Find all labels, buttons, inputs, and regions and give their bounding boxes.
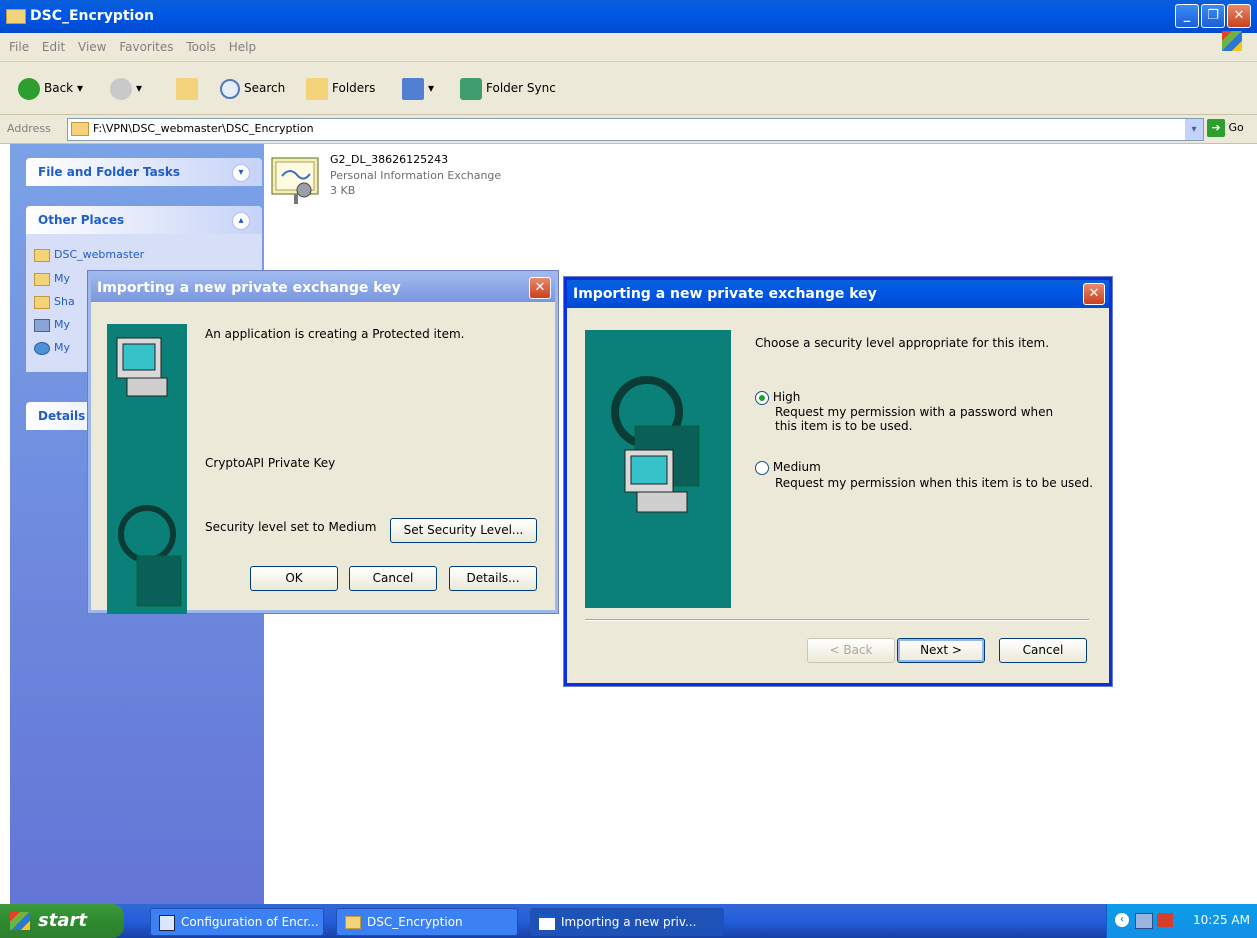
window-title-bar[interactable]: DSC_Encryption _ ❐ ✕: [0, 0, 1257, 33]
place-dsc-webmaster[interactable]: DSC_webmaster: [34, 248, 144, 262]
menu-file[interactable]: File: [9, 40, 29, 54]
dialog-message: An application is creating a Protected i…: [205, 327, 465, 341]
private-key-dialog: Importing a new private exchange key ✕ A…: [88, 271, 558, 614]
views-button[interactable]: ▾: [402, 75, 434, 101]
dialog-close-button[interactable]: ✕: [1083, 283, 1105, 305]
menu-tools[interactable]: Tools: [186, 40, 216, 54]
menu-view[interactable]: View: [78, 40, 106, 54]
back-button[interactable]: < Back: [807, 638, 895, 663]
menu-bar: File Edit View Favorites Tools Help: [0, 31, 1257, 62]
taskbar-item-importing-key[interactable]: Importing a new priv...: [530, 908, 724, 936]
medium-description: Request my permission when this item is …: [775, 476, 1094, 490]
up-folder-button[interactable]: [176, 75, 202, 101]
dialog-title-bar[interactable]: Importing a new private exchange key ✕: [91, 274, 555, 302]
file-name[interactable]: G2_DL_38626125243: [330, 153, 448, 166]
collapse-chevron-icon[interactable]: ▴: [232, 212, 250, 230]
set-security-level-button[interactable]: Set Security Level...: [390, 518, 537, 543]
security-illustration: [585, 330, 731, 608]
go-arrow-icon: ➔: [1207, 119, 1225, 137]
cancel-button[interactable]: Cancel: [349, 566, 437, 591]
security-level-dialog: Importing a new private exchange key ✕ C…: [564, 277, 1112, 686]
other-places-header[interactable]: Other Places ▴: [26, 206, 262, 234]
clock[interactable]: 10:25 AM: [1193, 913, 1250, 927]
folder-sync-button[interactable]: Folder Sync: [460, 75, 556, 101]
system-tray: ‹ 10:25 AM: [1106, 904, 1257, 938]
address-input[interactable]: F:\VPN\DSC_webmaster\DSC_Encryption ▾: [67, 118, 1204, 141]
menu-edit[interactable]: Edit: [42, 40, 65, 54]
maximize-button[interactable]: ❐: [1201, 4, 1225, 28]
dialog-close-button[interactable]: ✕: [529, 277, 551, 299]
high-radio[interactable]: High: [755, 390, 800, 405]
search-button[interactable]: Search: [220, 75, 285, 101]
medium-label: Medium: [772, 460, 821, 474]
views-icon: [402, 77, 424, 100]
next-button[interactable]: Next >: [897, 638, 985, 663]
details-button[interactable]: Details...: [449, 566, 537, 591]
place-shared[interactable]: Sha: [34, 295, 75, 309]
dialog-divider: [585, 619, 1089, 621]
computer-icon: [34, 318, 50, 332]
dialog-title-bar[interactable]: Importing a new private exchange key ✕: [567, 280, 1109, 308]
folder-icon: [6, 9, 26, 24]
antivirus-icon[interactable]: [1157, 913, 1173, 927]
folder-icon: [345, 916, 361, 929]
up-folder-icon: [176, 77, 198, 100]
item-name: CryptoAPI Private Key: [205, 456, 336, 470]
window-title: DSC_Encryption: [30, 8, 154, 24]
go-button[interactable]: ➔ Go: [1207, 119, 1244, 137]
windows-flag-icon: [10, 912, 30, 930]
folders-button[interactable]: Folders: [306, 75, 375, 101]
documents-icon: [34, 272, 50, 286]
high-label: High: [772, 390, 801, 404]
folder-icon: [34, 248, 50, 262]
medium-radio[interactable]: Medium: [755, 460, 821, 475]
windows-logo-icon: [1222, 31, 1242, 51]
taskbar: start Configuration of Encr... DSC_Encry…: [0, 904, 1257, 938]
address-bar: Address F:\VPN\DSC_webmaster\DSC_Encrypt…: [0, 115, 1257, 144]
close-button[interactable]: ✕: [1227, 4, 1251, 28]
security-prompt: Choose a security level appropriate for …: [755, 336, 1050, 350]
security-illustration: [107, 324, 187, 614]
toolbar: Back ▾ ▾ Search Folders ▾ Folder Sync: [0, 62, 1257, 115]
place-my-computer[interactable]: My: [34, 318, 70, 332]
forward-arrow-icon: [110, 77, 132, 100]
file-type: Personal Information Exchange: [330, 169, 502, 182]
address-label: Address: [7, 122, 51, 135]
network-icon[interactable]: [1135, 913, 1153, 929]
security-status: Security level set to Medium: [205, 520, 377, 534]
folder-icon: [71, 122, 89, 136]
place-my-network[interactable]: My: [34, 341, 70, 355]
tray-collapse-icon[interactable]: ‹: [1115, 913, 1129, 927]
high-description: Request my permission with a password wh…: [775, 405, 1054, 433]
file-size: 3 KB: [330, 184, 356, 197]
menu-favorites[interactable]: Favorites: [119, 40, 173, 54]
forward-button[interactable]: ▾: [110, 75, 142, 101]
cancel-button[interactable]: Cancel: [999, 638, 1087, 663]
place-my-documents[interactable]: My: [34, 272, 70, 286]
window-icon: [539, 915, 555, 930]
start-button[interactable]: start: [0, 904, 124, 938]
address-value: F:\VPN\DSC_webmaster\DSC_Encryption: [93, 122, 314, 135]
back-button[interactable]: Back ▾: [18, 75, 83, 101]
radio-unselected-icon[interactable]: [755, 460, 769, 475]
folders-icon: [306, 77, 328, 100]
folder-sync-icon: [460, 77, 482, 100]
menu-help[interactable]: Help: [229, 40, 256, 54]
ok-button[interactable]: OK: [250, 566, 338, 591]
expand-chevron-icon[interactable]: ▾: [232, 164, 250, 182]
minimize-button[interactable]: _: [1175, 4, 1199, 28]
folder-icon: [34, 295, 50, 309]
back-arrow-icon: [18, 77, 40, 100]
dropdown-arrow-icon[interactable]: ▾: [1185, 119, 1203, 140]
network-icon: [34, 341, 50, 355]
search-icon: [220, 78, 240, 99]
taskbar-item-configuration[interactable]: Configuration of Encr...: [150, 908, 324, 936]
radio-selected-icon[interactable]: [755, 390, 769, 405]
certificate-file-icon[interactable]: [270, 152, 324, 206]
document-icon: [159, 914, 175, 931]
file-folder-tasks-header[interactable]: File and Folder Tasks ▾: [26, 158, 262, 186]
taskbar-item-dsc-encryption[interactable]: DSC_Encryption: [336, 908, 518, 936]
